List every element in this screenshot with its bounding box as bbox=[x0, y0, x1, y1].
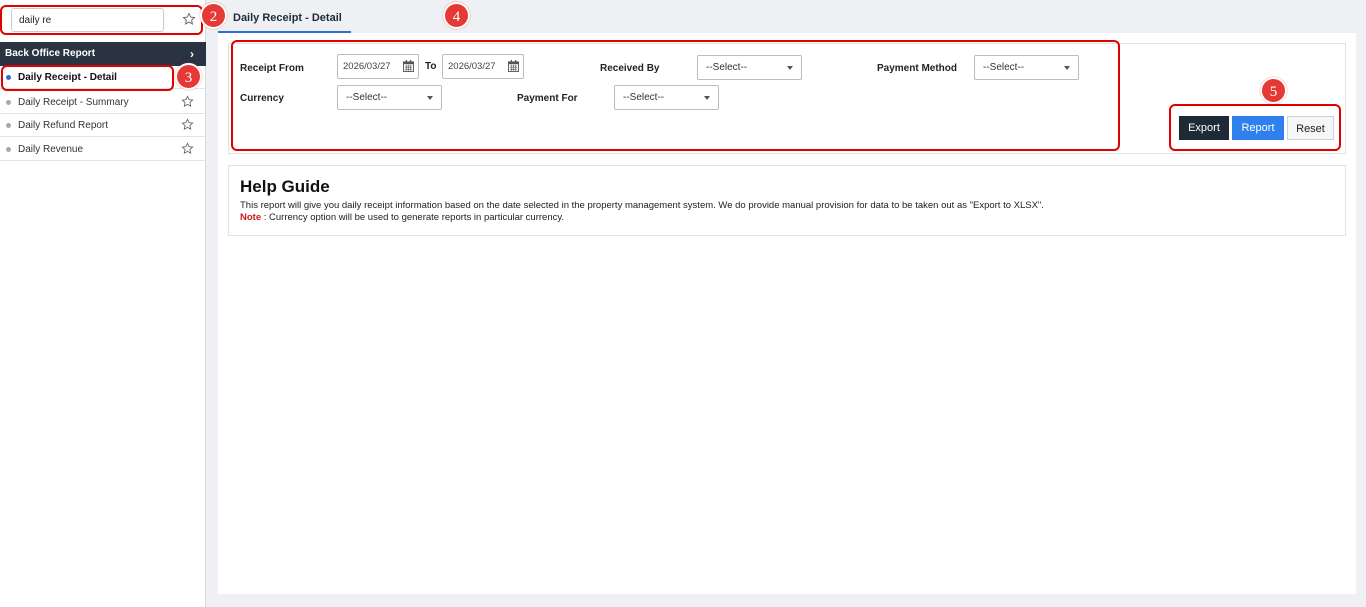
tab-daily-receipt-detail[interactable]: Daily Receipt - Detail bbox=[218, 6, 351, 33]
help-guide-title: Help Guide bbox=[240, 177, 330, 196]
help-guide-panel: Help Guide This report will give you dai… bbox=[228, 165, 1346, 236]
annotation-badge-4: 4 bbox=[443, 2, 470, 29]
annotation-badge-5: 5 bbox=[1260, 77, 1287, 104]
back-office-report-header[interactable]: Back Office Report › bbox=[0, 42, 206, 66]
sidebar-item-label: Daily Receipt - Summary bbox=[18, 97, 129, 108]
sidebar: Back Office Report › Daily Receipt - Det… bbox=[0, 0, 206, 607]
annotation-box-search bbox=[0, 5, 203, 35]
annotation-badge-2: 2 bbox=[200, 2, 227, 29]
sidebar-item-daily-refund-report[interactable]: Daily Refund Report bbox=[0, 114, 206, 137]
star-icon[interactable] bbox=[181, 142, 194, 155]
help-guide-text: This report will give you daily receipt … bbox=[240, 200, 1044, 211]
sidebar-item-daily-receipt-summary[interactable]: Daily Receipt - Summary bbox=[0, 91, 206, 114]
annotation-box-menu-item bbox=[1, 65, 174, 91]
star-icon[interactable] bbox=[181, 118, 194, 131]
annotation-box-filters bbox=[231, 40, 1120, 151]
help-guide-note: Note : Currency option will be used to g… bbox=[240, 212, 1345, 223]
sidebar-item-label: Daily Revenue bbox=[18, 144, 84, 155]
section-title: Back Office Report bbox=[5, 48, 96, 59]
note-text: : Currency option will be used to genera… bbox=[261, 212, 565, 223]
bullet-icon bbox=[6, 147, 11, 152]
annotation-badge-3: 3 bbox=[175, 63, 202, 90]
star-icon[interactable] bbox=[181, 95, 194, 108]
sidebar-item-daily-revenue[interactable]: Daily Revenue bbox=[0, 138, 206, 161]
annotation-box-buttons bbox=[1169, 104, 1341, 151]
bullet-icon bbox=[6, 100, 11, 105]
bullet-icon bbox=[6, 123, 11, 128]
sidebar-item-label: Daily Refund Report bbox=[18, 120, 109, 131]
note-label: Note bbox=[240, 212, 262, 223]
